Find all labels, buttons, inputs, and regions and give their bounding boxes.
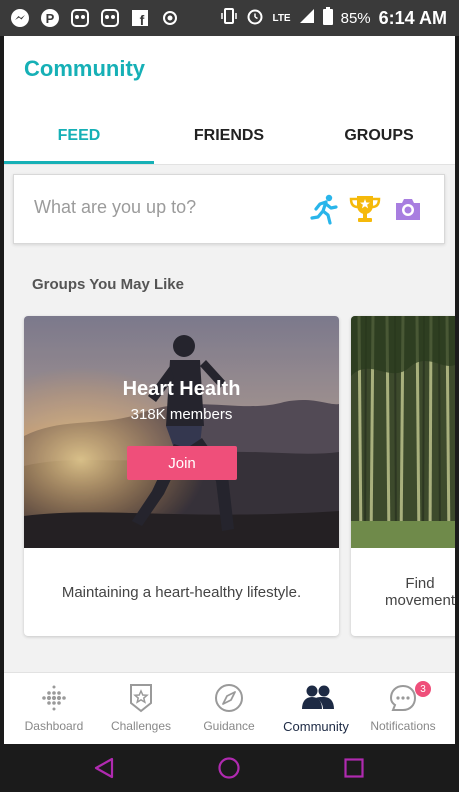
tab-label: FRIENDS bbox=[193, 127, 265, 144]
nav-challenges[interactable]: Challenges bbox=[97, 673, 185, 744]
compass-icon bbox=[214, 683, 244, 713]
network-label: LTE bbox=[272, 12, 291, 24]
camera-icon[interactable] bbox=[392, 193, 424, 225]
app-header: Community bbox=[4, 36, 455, 108]
nav-label: Notifications bbox=[370, 719, 436, 733]
page-title: Community bbox=[24, 56, 145, 81]
pinterest-icon: P bbox=[40, 8, 60, 28]
svg-text:P: P bbox=[46, 11, 55, 26]
back-icon[interactable] bbox=[92, 756, 116, 780]
system-nav-bar bbox=[0, 744, 459, 792]
battery-icon bbox=[322, 7, 333, 29]
svg-text:f: f bbox=[140, 12, 145, 28]
notification-badge: 3 bbox=[415, 681, 431, 697]
notifications-icon bbox=[388, 683, 418, 713]
nav-label: Challenges bbox=[110, 719, 172, 733]
vibrate-icon bbox=[220, 7, 238, 29]
join-button[interactable]: Join bbox=[127, 446, 237, 480]
nav-notifications[interactable]: 3 Notifications bbox=[359, 673, 447, 744]
record-icon bbox=[160, 8, 180, 28]
challenges-icon bbox=[126, 683, 156, 713]
community-icon bbox=[301, 683, 334, 713]
status-bar: P f LTE 85% 6:14 AM bbox=[0, 0, 459, 36]
group-description: Maintaining a heart-healthy lifestyle. bbox=[61, 583, 302, 601]
tab-groups[interactable]: GROUPS bbox=[304, 108, 454, 164]
dashboard-icon bbox=[39, 683, 69, 713]
section-title-groups: Groups You May Like bbox=[32, 276, 184, 293]
app-screen: Community FEED FRIENDS GROUPS What are y… bbox=[4, 36, 455, 744]
fitbit-owl-icon bbox=[70, 8, 90, 28]
signal-icon bbox=[299, 8, 315, 28]
nav-label: Dashboard bbox=[24, 719, 84, 733]
group-members: 318K members bbox=[130, 406, 233, 423]
tab-feed[interactable]: FEED bbox=[4, 108, 154, 164]
nav-label: Community bbox=[283, 719, 349, 734]
battery-percent: 85% bbox=[340, 9, 371, 27]
facebook-icon: f bbox=[130, 8, 150, 28]
messenger-icon bbox=[10, 8, 30, 28]
group-card[interactable]: Find movement bbox=[351, 316, 455, 636]
tab-friends[interactable]: FRIENDS bbox=[154, 108, 304, 164]
tab-label: GROUPS bbox=[344, 127, 414, 144]
group-card[interactable]: Heart Health 318K members Join Maintaini… bbox=[24, 316, 339, 636]
nav-guidance[interactable]: Guidance bbox=[185, 673, 273, 744]
group-card-image: Heart Health 318K members Join bbox=[24, 316, 339, 548]
recents-icon[interactable] bbox=[342, 756, 366, 780]
tab-label: FEED bbox=[57, 127, 101, 144]
nav-dashboard[interactable]: Dashboard bbox=[10, 673, 98, 744]
bottom-nav: Dashboard Challenges Guidance Community … bbox=[4, 672, 455, 744]
status-composer[interactable]: What are you up to? bbox=[13, 174, 445, 244]
home-icon[interactable] bbox=[217, 756, 241, 780]
clock: 6:14 AM bbox=[378, 7, 447, 28]
trophy-icon[interactable] bbox=[348, 193, 381, 225]
nav-label: Guidance bbox=[203, 719, 255, 733]
tab-active-indicator bbox=[4, 161, 154, 164]
alarm-icon bbox=[246, 7, 264, 29]
group-description: Find movement bbox=[384, 575, 455, 609]
tab-bar: FEED FRIENDS GROUPS bbox=[4, 108, 455, 165]
nav-community[interactable]: Community bbox=[272, 673, 360, 744]
group-card-image bbox=[351, 316, 455, 548]
group-name: Heart Health bbox=[122, 378, 241, 400]
run-icon[interactable] bbox=[308, 193, 340, 225]
fitbit-owl-icon bbox=[100, 8, 120, 28]
composer-placeholder[interactable]: What are you up to? bbox=[34, 197, 196, 218]
